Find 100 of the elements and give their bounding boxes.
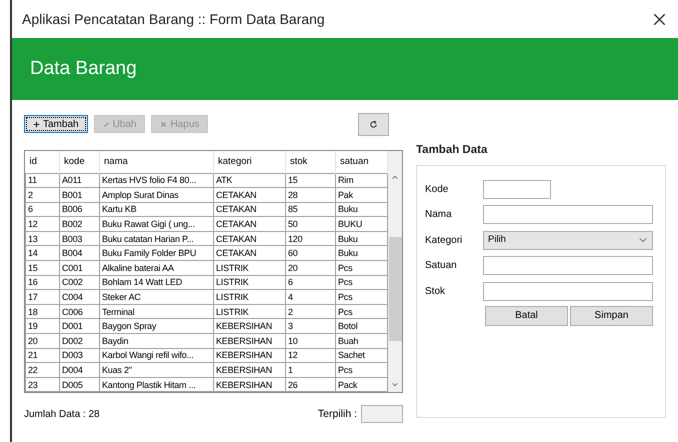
table-cell: C001: [60, 260, 100, 276]
input-field[interactable]: [483, 205, 653, 224]
add-button[interactable]: Tambah: [24, 115, 88, 133]
table-cell: 50: [286, 216, 336, 232]
table-cell: LISTRIK: [214, 275, 286, 290]
table-cell: 6: [26, 202, 60, 217]
table-cell: 1: [286, 362, 336, 378]
table-cell: KEBERSIHAN: [214, 348, 286, 363]
refresh-icon: [369, 120, 378, 128]
refresh-button[interactable]: [358, 112, 389, 136]
table-cell: 18: [26, 304, 60, 319]
table-cell: C004: [60, 290, 100, 304]
table-cell: 4: [286, 290, 336, 304]
table-cell: ATK: [214, 173, 286, 188]
table-cell: D002: [60, 334, 100, 348]
table-cell: D005: [60, 377, 100, 392]
table-cell: Kertas HVS folio F4 80...: [100, 173, 214, 188]
table-cell: CETAKAN: [214, 246, 286, 261]
table-cell: Baygon Spray: [100, 318, 214, 334]
table-cell: Steker AC: [100, 290, 214, 304]
table-cell: 16: [26, 275, 60, 290]
table-cell: 12: [286, 348, 336, 363]
table-cell: C006: [60, 304, 100, 319]
table-cell: D001: [60, 318, 100, 334]
category-dropdown[interactable]: Pilih: [483, 230, 653, 250]
close-icon[interactable]: [653, 12, 666, 26]
table-cell: 20: [26, 334, 60, 348]
table-cell: CETAKAN: [214, 202, 286, 217]
input-field[interactable]: [483, 180, 551, 198]
table-cell: LISTRIK: [214, 304, 286, 319]
input-field[interactable]: [483, 256, 653, 275]
scrollbar-thumb[interactable]: [388, 237, 402, 341]
table-cell: 2: [286, 304, 336, 319]
table-cell: 13: [26, 231, 60, 246]
field-label: Stok: [425, 284, 446, 298]
table-cell: LISTRIK: [214, 260, 286, 276]
chevron-down-icon: [638, 236, 648, 244]
table-cell: 85: [286, 202, 336, 217]
table-cell: Kartu KB: [100, 202, 214, 217]
table-cell: Karbol Wangi refil wifo...: [100, 348, 214, 363]
table-cell: Buku Rawat Gigi ( ung...: [100, 216, 214, 232]
x-mark-icon: [160, 120, 168, 128]
save-button[interactable]: Simpan: [570, 306, 653, 326]
table-cell: 10: [286, 334, 336, 348]
column-header[interactable]: id: [26, 151, 60, 173]
table-cell: B004: [60, 246, 100, 261]
table-cell: B006: [60, 202, 100, 217]
column-header[interactable]: stok: [286, 151, 336, 173]
table-cell: 20: [286, 260, 336, 276]
table-cell: LISTRIK: [214, 290, 286, 304]
table-cell: B001: [60, 188, 100, 202]
window-title: Aplikasi Pencatatan Barang :: Form Data Barang: [22, 10, 325, 29]
table-cell: D004: [60, 362, 100, 378]
table-cell: 3: [286, 318, 336, 334]
table-cell: 23: [26, 377, 60, 392]
field-label: Kode: [425, 182, 450, 196]
cancel-button[interactable]: Batal: [485, 306, 568, 326]
table-cell: 15: [286, 173, 336, 188]
table-cell: 120: [286, 231, 336, 246]
column-header[interactable]: nama: [100, 151, 214, 173]
table-cell: 14: [26, 246, 60, 261]
table-cell: KEBERSIHAN: [214, 362, 286, 378]
table-cell: 11: [26, 173, 60, 188]
table-cell: 26: [286, 377, 336, 392]
table-cell: Alkaline baterai AA: [100, 260, 214, 276]
field-label: Kategori: [425, 234, 464, 248]
plus-icon: [33, 120, 40, 128]
table-cell: C002: [60, 275, 100, 290]
table-cell: 21: [26, 348, 60, 363]
table-cell: Buku catatan Harian P...: [100, 231, 214, 246]
selected-field[interactable]: [361, 405, 403, 424]
table-cell: Amplop Surat Dinas: [100, 188, 214, 202]
table-cell: A011: [60, 173, 100, 188]
table-cell: 28: [286, 188, 336, 202]
table-cell: 19: [26, 318, 60, 334]
table-cell: Kuas 2": [100, 362, 214, 378]
table-cell: 22: [26, 362, 60, 378]
selected-label: Terpilih :: [318, 406, 357, 422]
table-cell: Baydin: [100, 334, 214, 348]
field-label: Nama: [425, 208, 453, 222]
table-cell: Terminal: [100, 304, 214, 319]
table-cell: B003: [60, 231, 100, 246]
input-field[interactable]: [483, 282, 653, 300]
table-cell: Buku Family Folder BPU: [100, 246, 214, 261]
column-header[interactable]: kode: [60, 151, 100, 173]
table-cell: 15: [26, 260, 60, 276]
table-cell: CETAKAN: [214, 188, 286, 202]
header-title: Data Barang: [30, 56, 137, 81]
table-cell: Kantong Plastik Hitam ...: [100, 377, 214, 392]
table-cell: Bohlam 14 Watt LED: [100, 275, 214, 290]
dropdown-value: Pilih: [488, 232, 506, 247]
field-label: Satuan: [425, 259, 458, 273]
table-cell: CETAKAN: [214, 231, 286, 246]
table-cell: B002: [60, 216, 100, 232]
table-cell: D003: [60, 348, 100, 363]
data-count: Jumlah Data : 28: [24, 408, 100, 422]
column-header[interactable]: kategori: [214, 151, 286, 173]
table-cell: KEBERSIHAN: [214, 318, 286, 334]
scrollbar[interactable]: [388, 151, 402, 392]
table-cell: 6: [286, 275, 336, 290]
